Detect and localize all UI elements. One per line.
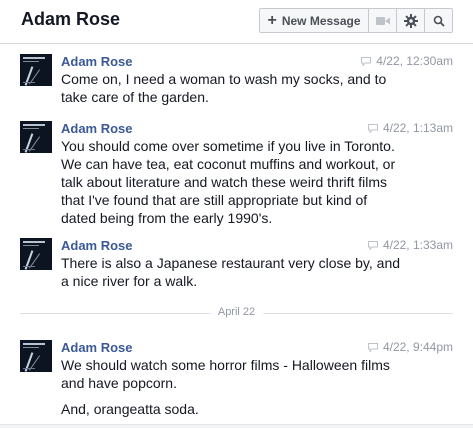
message-meta: 4/22, 1:33am xyxy=(367,238,453,252)
message-meta: 4/22, 12:30am xyxy=(361,54,453,68)
date-divider-label: April 22 xyxy=(209,306,264,318)
message-text: We should watch some horror films - Hall… xyxy=(61,357,390,391)
new-message-button[interactable]: + New Message xyxy=(259,8,369,33)
search-button[interactable] xyxy=(425,8,453,33)
plus-icon: + xyxy=(267,11,277,29)
composer-edge xyxy=(0,424,473,428)
conversation-header: Adam Rose + New Message xyxy=(0,0,473,44)
sender-name[interactable]: Adam Rose xyxy=(61,54,133,69)
message-thread: Adam Rose 4/22, 12:30am Come on, I need … xyxy=(0,44,473,428)
sender-name[interactable]: Adam Rose xyxy=(61,340,133,355)
avatar[interactable] xyxy=(20,238,52,270)
message-meta: 4/22, 9:44pm xyxy=(367,340,453,354)
search-icon xyxy=(433,15,445,27)
message-timestamp: 4/22, 9:44pm xyxy=(382,340,453,354)
message-timestamp: 4/22, 12:30am xyxy=(376,54,453,68)
chat-bubble-icon xyxy=(367,123,378,133)
new-message-label: New Message xyxy=(281,13,361,28)
settings-button[interactable] xyxy=(397,8,425,33)
header-toolbar: + New Message xyxy=(259,8,453,33)
avatar[interactable] xyxy=(20,121,52,153)
date-divider: April 22 xyxy=(20,306,453,320)
chat-bubble-icon xyxy=(367,240,378,250)
message-text: And, orangeatta soda. xyxy=(61,401,199,417)
message-meta: 4/22, 1:13am xyxy=(367,121,453,135)
avatar[interactable] xyxy=(20,340,52,372)
chat-bubble-icon xyxy=(361,56,372,66)
message-text: There is also a Japanese restaurant very… xyxy=(61,255,401,289)
message-text: Come on, I need a woman to wash my socks… xyxy=(61,71,387,105)
message-text: You should come over sometime if you liv… xyxy=(61,138,396,226)
chat-bubble-icon xyxy=(367,342,378,352)
avatar[interactable] xyxy=(20,54,52,86)
sender-name[interactable]: Adam Rose xyxy=(61,121,133,136)
video-call-button[interactable] xyxy=(369,8,397,33)
video-call-icon xyxy=(375,16,390,25)
gear-icon xyxy=(403,13,418,28)
conversation-title: Adam Rose xyxy=(21,9,121,29)
message-timestamp: 4/22, 1:13am xyxy=(382,121,453,135)
sender-name[interactable]: Adam Rose xyxy=(61,238,133,253)
message-timestamp: 4/22, 1:33am xyxy=(382,238,453,252)
